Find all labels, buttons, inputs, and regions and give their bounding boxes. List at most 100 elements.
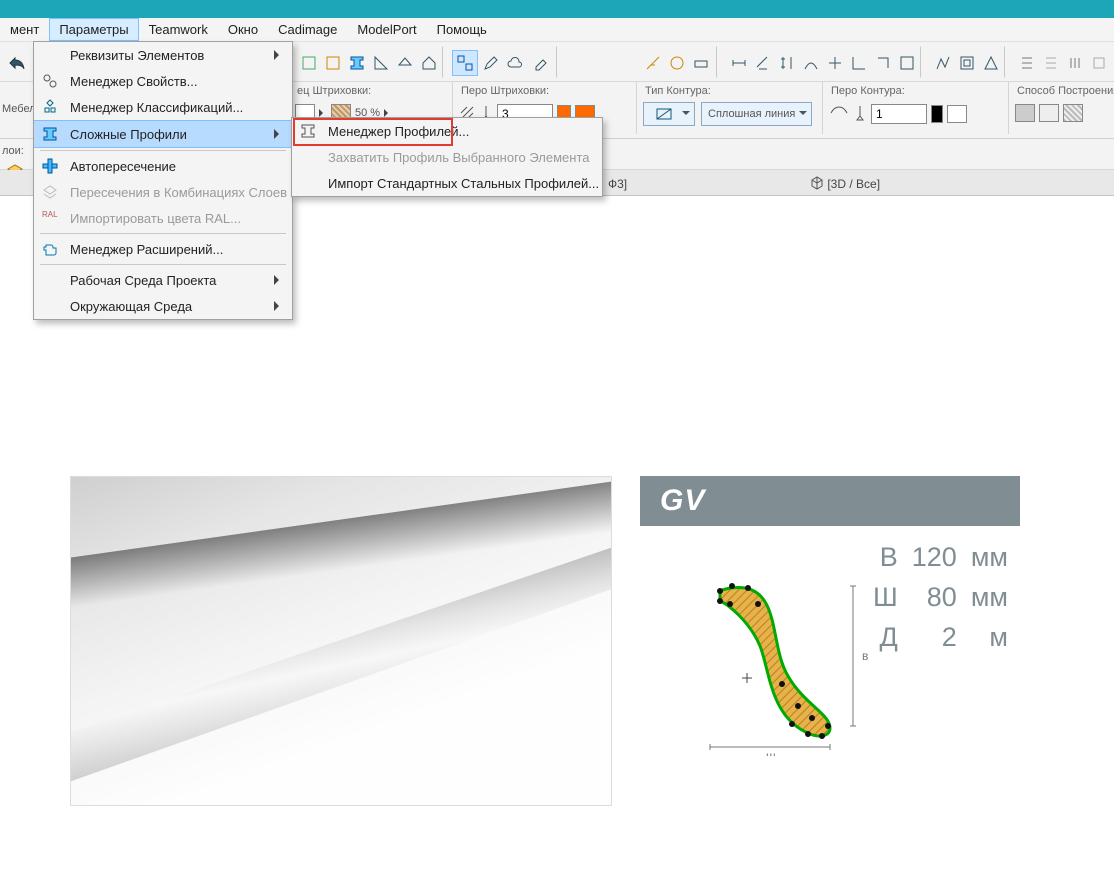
poly-b-icon[interactable] — [954, 50, 980, 76]
roof-icon[interactable] — [392, 50, 418, 76]
gv-dimensions-table: В120мм Ш80мм Д2м — [865, 536, 1016, 658]
dim-h-icon[interactable] — [894, 50, 920, 76]
contour-type-value: Сплошная линия — [708, 108, 795, 120]
wall-icon[interactable] — [688, 50, 714, 76]
menu-auto-intersection[interactable]: Автопересечение — [34, 153, 292, 179]
menu-import-ral: RAL Импортировать цвета RAL... — [34, 205, 292, 231]
contour-pen-swatch[interactable] — [947, 105, 967, 123]
tool-b-icon[interactable] — [320, 50, 346, 76]
home-icon[interactable] — [416, 50, 442, 76]
ibeam-icon — [42, 126, 58, 142]
build-mode-b[interactable] — [1039, 104, 1059, 122]
dim-row-width: Ш80мм — [867, 578, 1014, 616]
para-d-icon[interactable] — [1086, 50, 1112, 76]
layers-label: лои: — [2, 145, 24, 157]
contour-style-button[interactable] — [643, 102, 695, 126]
ibeam-icon[interactable] — [344, 50, 370, 76]
menu-profile-manager[interactable]: Менеджер Профилей... — [292, 118, 602, 144]
menu-complex-profiles[interactable]: Сложные Профили — [34, 120, 292, 148]
contour-type-group: Тип Контура: Сплошная линия — [636, 82, 833, 134]
hatch-sample-label: ец Штриховки: — [297, 85, 371, 97]
illustration-area: GV В120мм Ш80мм Д2м в ш — [0, 476, 1114, 876]
auto-intersect-icon — [42, 158, 58, 174]
addon-icon — [42, 241, 58, 257]
menu-parameters[interactable]: Параметры — [49, 18, 138, 41]
separator — [556, 46, 558, 78]
svg-text:ш: ш — [766, 749, 776, 756]
para-a-icon[interactable] — [1014, 50, 1040, 76]
menu-property-manager[interactable]: Менеджер Свойств... — [34, 68, 292, 94]
contour-type-combo[interactable]: Сплошная линия — [701, 102, 812, 126]
ibeam-icon — [300, 123, 316, 139]
contour-type-label: Тип Контура: — [645, 85, 711, 97]
contour-pen-color[interactable] — [931, 105, 943, 123]
pen-icon — [853, 105, 867, 124]
menu-cadimage[interactable]: Cadimage — [268, 18, 347, 41]
menu-window[interactable]: Окно — [218, 18, 268, 41]
separator — [716, 46, 718, 78]
tool-a-icon[interactable] — [296, 50, 322, 76]
molding-photo — [70, 476, 612, 806]
tab-3d-all-label: [3D / Все] — [827, 177, 880, 191]
menu-element-attrs[interactable]: Реквизиты Элементов — [34, 42, 292, 68]
properties-icon — [42, 73, 58, 89]
compass-icon[interactable] — [664, 50, 690, 76]
menu-help[interactable]: Помощь — [427, 18, 497, 41]
ral-icon: RAL — [42, 210, 58, 226]
menu-environment[interactable]: Окружающая Среда — [34, 293, 292, 319]
dim-b-icon[interactable] — [750, 50, 776, 76]
menu-import-steel-profiles[interactable]: Импорт Стандартных Стальных Профилей... — [292, 170, 602, 196]
title-bar — [0, 0, 1114, 18]
poly-c-icon[interactable] — [978, 50, 1004, 76]
gv-title: GV — [640, 476, 1020, 526]
dropdown-arrow-icon[interactable] — [384, 109, 392, 117]
contour-pen-label: Перо Контура: — [831, 85, 905, 97]
separator — [442, 46, 444, 78]
menu-layer-intersections: Пересечения в Комбинациях Слоев — [34, 179, 292, 205]
dim-e-icon[interactable] — [822, 50, 848, 76]
menu-element[interactable]: мент — [0, 18, 49, 41]
dim-g-icon[interactable] — [870, 50, 896, 76]
layers-icon — [42, 184, 58, 200]
poly-a-icon[interactable] — [930, 50, 956, 76]
undo-icon[interactable] — [4, 50, 30, 76]
tab-3d-all[interactable]: [3D / Все] — [800, 174, 890, 194]
parameters-menu: Реквизиты Элементов Менеджер Свойств... … — [33, 41, 293, 320]
measure-icon[interactable] — [640, 50, 666, 76]
build-mode-a[interactable] — [1015, 104, 1035, 122]
menu-separator — [40, 150, 286, 151]
menu-teamwork[interactable]: Teamwork — [139, 18, 218, 41]
classification-icon — [42, 99, 58, 115]
gv-panel: GV В120мм Ш80мм Д2м в ш — [640, 476, 1020, 526]
para-b-icon[interactable] — [1038, 50, 1064, 76]
para-c-icon[interactable] — [1062, 50, 1088, 76]
contour-pen-group: Перо Контура: — [822, 82, 1021, 134]
edit-icon[interactable] — [478, 50, 504, 76]
menu-separator — [40, 264, 286, 265]
svg-text:в: в — [862, 649, 868, 663]
gv-profile-diagram: в ш — [670, 556, 870, 756]
separator — [1004, 46, 1006, 78]
cloud-icon[interactable] — [502, 50, 528, 76]
build-method-group: Способ Построения: — [1008, 82, 1114, 134]
tab-f3[interactable]: Ф3] — [598, 174, 637, 194]
menu-modelport[interactable]: ModelPort — [347, 18, 426, 41]
dim-c-icon[interactable] — [774, 50, 800, 76]
menu-bar: мент Параметры Teamwork Окно Cadimage Mo… — [0, 18, 1114, 42]
dropdown-arrow-icon[interactable] — [319, 109, 327, 117]
menu-work-environment[interactable]: Рабочая Среда Проекта — [34, 267, 292, 293]
menu-classification-manager[interactable]: Менеджер Классификаций... — [34, 94, 292, 120]
suspend-groups-icon[interactable] — [452, 50, 478, 76]
contour-pen-input[interactable] — [871, 104, 927, 124]
angle-icon[interactable] — [368, 50, 394, 76]
dim-row-length: Д2м — [867, 618, 1014, 656]
menu-addon-manager[interactable]: Менеджер Расширений... — [34, 236, 292, 262]
dim-a-icon[interactable] — [726, 50, 752, 76]
dim-d-icon[interactable] — [798, 50, 824, 76]
eraser-icon[interactable] — [528, 50, 554, 76]
build-mode-c[interactable] — [1063, 104, 1083, 122]
dim-f-icon[interactable] — [846, 50, 872, 76]
dim-row-height: В120мм — [867, 538, 1014, 576]
contour-icon — [829, 105, 849, 124]
hatch-pen-label: Перо Штриховки: — [461, 85, 549, 97]
